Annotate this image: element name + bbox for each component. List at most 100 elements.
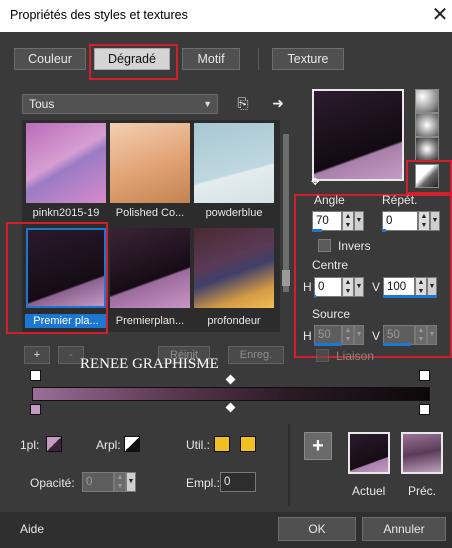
arrow-right-icon[interactable]: ➜ (268, 94, 288, 112)
gallery-thumb-pinkn2015[interactable] (26, 123, 106, 203)
add-stop-button[interactable]: + (24, 346, 50, 364)
source-v-slider[interactable] (383, 343, 411, 346)
title-bar: Propriétés des styles et textures ✕ (0, 0, 452, 32)
source-h-slider[interactable] (314, 343, 342, 346)
source-h-label: H (303, 329, 312, 343)
center-v-dropdown-icon[interactable]: ▼ (427, 277, 437, 297)
linear-style-icon[interactable] (415, 89, 439, 113)
top-stop-right[interactable] (419, 370, 430, 381)
rectangular-style-icon[interactable] (415, 137, 439, 161)
center-h-input[interactable]: 0 (314, 277, 342, 297)
gallery-label: Polished Co... (115, 207, 185, 219)
style-highlight-frame (406, 160, 452, 194)
use-color-swatch-2[interactable] (240, 436, 256, 452)
center-v-stepper[interactable]: ▲ ▼ (415, 277, 427, 297)
gallery-thumb-profondeur[interactable] (194, 228, 274, 308)
tab-highlight-frame (89, 44, 178, 80)
top-midpoint-handle[interactable] (225, 374, 236, 385)
invert-label: Invers (338, 239, 371, 253)
location-input[interactable]: 0 (220, 472, 256, 492)
close-icon[interactable]: ✕ (428, 3, 452, 29)
repeat-input[interactable]: 0 (382, 211, 418, 231)
gallery-label: profondeur (207, 315, 261, 327)
source-v-label: V (372, 329, 381, 343)
center-h-stepper[interactable]: ▲ ▼ (342, 277, 354, 297)
radial-style-icon[interactable] (415, 113, 439, 137)
cancel-button[interactable]: Annuler (362, 517, 446, 541)
angle-input[interactable]: 70 (312, 211, 342, 231)
chevron-down-icon: ▼ (203, 99, 212, 109)
source-v-input[interactable]: 50 (383, 325, 415, 345)
watermark-text: RENEE GRAPHISME (80, 356, 219, 372)
opacity-dropdown-icon[interactable]: ▼ (126, 472, 136, 492)
use-label: Util.: (186, 438, 210, 452)
invert-checkbox[interactable] (318, 239, 331, 252)
category-dropdown[interactable]: Tous ▼ (22, 94, 218, 114)
foreground-color-swatch[interactable] (46, 436, 62, 452)
gallery-label: powderblue (205, 207, 263, 219)
center-h-slider[interactable] (314, 295, 316, 298)
gallery-thumb-polished-copper[interactable] (110, 123, 190, 203)
bottom-stop-left[interactable] (30, 404, 41, 415)
use-color-swatch-1[interactable] (214, 436, 230, 452)
help-link[interactable]: Aide (20, 522, 44, 536)
center-v-slider[interactable] (383, 295, 437, 298)
gradient-preview[interactable] (312, 89, 404, 181)
tab-couleur[interactable]: Couleur (14, 48, 86, 70)
source-h-stepper[interactable]: ▲ ▼ (342, 325, 354, 345)
center-point-icon: ✥ (311, 177, 320, 188)
source-v-stepper[interactable]: ▲ ▼ (415, 325, 427, 345)
tab-separator (258, 48, 259, 70)
repeat-label: Répét. (382, 193, 418, 207)
scrollbar-thumb[interactable] (282, 270, 290, 286)
gallery-label: pinkn2015-19 (32, 207, 100, 219)
copy-icon[interactable]: ⎘ (234, 94, 252, 112)
current-gradient-swatch[interactable] (348, 432, 390, 474)
bottom-stop-right[interactable] (419, 404, 430, 415)
source-v-dropdown-icon[interactable]: ▼ (427, 325, 437, 345)
ok-button[interactable]: OK (278, 517, 356, 541)
angle-slider[interactable] (312, 229, 322, 232)
angle-stepper[interactable]: ▲ ▼ (342, 211, 354, 231)
background-color-swatch[interactable] (124, 436, 140, 452)
bottom-midpoint-handle[interactable] (225, 402, 236, 413)
category-value: Tous (29, 97, 55, 111)
repeat-stepper[interactable]: ▲ ▼ (418, 211, 430, 231)
angle-label: Angle (314, 193, 345, 207)
tab-texture[interactable]: Texture (272, 48, 344, 70)
center-h-label: H (303, 280, 312, 294)
source-h-dropdown-icon[interactable]: ▼ (354, 325, 364, 345)
repeat-dropdown-icon[interactable]: ▼ (430, 211, 440, 231)
opacity-label: Opacité: (30, 476, 75, 490)
location-label: Empl.: (186, 476, 221, 490)
background-label: Arpl: (96, 438, 121, 452)
center-v-input[interactable]: 100 (383, 277, 415, 297)
link-checkbox[interactable] (316, 349, 329, 362)
window-title: Propriétés des styles et textures (10, 8, 188, 22)
save-gradient-button[interactable]: Enreg. (228, 346, 284, 364)
previous-label: Préc. (408, 484, 437, 498)
previous-gradient-swatch[interactable] (401, 432, 443, 474)
tab-motif[interactable]: Motif (182, 48, 240, 70)
link-label: Liaison (336, 349, 375, 363)
source-h-input[interactable]: 50 (314, 325, 342, 345)
center-label: Centre (312, 258, 349, 272)
center-h-dropdown-icon[interactable]: ▼ (354, 277, 364, 297)
opacity-input[interactable]: 0 (82, 472, 114, 492)
current-label: Actuel (352, 484, 386, 498)
dialog-footer: Aide OK Annuler (0, 512, 452, 548)
gradient-editor-bar[interactable] (32, 387, 430, 401)
opacity-stepper[interactable]: ▲ ▼ (114, 472, 126, 492)
gallery-thumb-powderblue[interactable] (194, 123, 274, 203)
foreground-label: 1pl: (20, 438, 40, 452)
gallery-label: Premierplan... (115, 315, 185, 327)
top-stop-left[interactable] (30, 370, 41, 381)
add-swatch-button[interactable]: + (304, 432, 332, 460)
repeat-slider[interactable] (382, 229, 386, 232)
gallery-scrollbar[interactable] (280, 120, 292, 332)
gallery-thumb-premierplan[interactable] (110, 228, 190, 308)
scrollbar-track (283, 134, 289, 292)
angle-dropdown-icon[interactable]: ▼ (354, 211, 364, 231)
selection-highlight-frame (6, 222, 108, 334)
source-label: Source (312, 307, 351, 321)
